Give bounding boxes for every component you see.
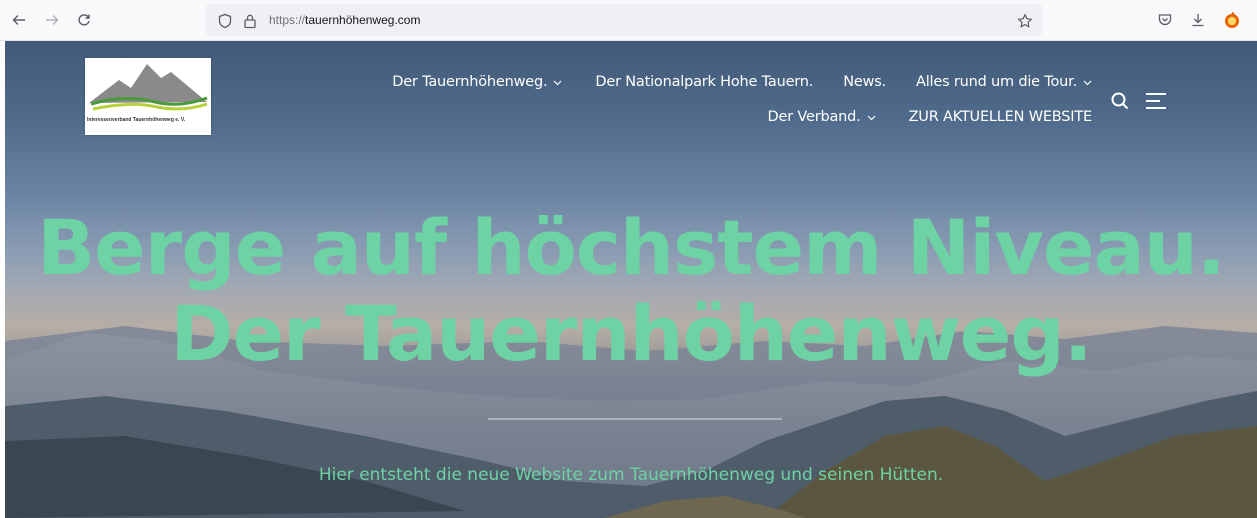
main-nav-row-2: Der Verband. ZUR AKTUELLEN WEBSITE bbox=[768, 109, 1093, 125]
shield-icon[interactable] bbox=[216, 12, 234, 30]
nav-label: Der Tauernhöhenweg. bbox=[392, 74, 548, 90]
nav-item-aktuelle-website[interactable]: ZUR AKTUELLEN WEBSITE bbox=[908, 109, 1093, 125]
nav-label: ZUR AKTUELLEN WEBSITE bbox=[908, 109, 1093, 125]
site-logo[interactable]: Interessenverband Tauernhöhenweg e. V. bbox=[85, 58, 211, 135]
forward-icon[interactable] bbox=[40, 8, 64, 32]
pocket-icon[interactable] bbox=[1154, 9, 1176, 31]
url-bar[interactable]: https://tauernhöhenweg.com bbox=[206, 4, 1042, 36]
hero-headline-line-2: Der Tauernhöhenweg. bbox=[170, 289, 1092, 378]
chevron-down-icon bbox=[553, 74, 562, 90]
menu-icon[interactable] bbox=[1144, 89, 1168, 113]
nav-item-tour[interactable]: Alles rund um die Tour. bbox=[916, 74, 1092, 90]
chevron-down-icon bbox=[867, 109, 876, 125]
reload-icon[interactable] bbox=[72, 8, 96, 32]
chevron-down-icon bbox=[1083, 74, 1092, 90]
nav-item-tauernhoehenweg[interactable]: Der Tauernhöhenweg. bbox=[392, 74, 562, 90]
logo-mountain-graphic bbox=[89, 64, 208, 111]
nav-item-news[interactable]: News. bbox=[843, 74, 886, 90]
nav-item-verband[interactable]: Der Verband. bbox=[768, 109, 876, 125]
nav-label: Der Verband. bbox=[767, 109, 861, 125]
browser-toolbar: https://tauernhöhenweg.com bbox=[0, 0, 1257, 41]
lock-icon[interactable] bbox=[241, 12, 259, 30]
url-text[interactable]: https://tauernhöhenweg.com bbox=[269, 13, 420, 27]
nav-label: Alles rund um die Tour. bbox=[916, 74, 1077, 90]
star-icon[interactable] bbox=[1016, 12, 1034, 30]
nav-label: Der Nationalpark Hohe Tauern. bbox=[595, 74, 814, 90]
account-icon[interactable] bbox=[1221, 9, 1243, 31]
hero-headline-line-1: Berge auf höchstem Niveau. bbox=[37, 203, 1226, 292]
nav-label: News. bbox=[843, 74, 886, 90]
hero-divider bbox=[488, 418, 782, 420]
search-icon[interactable] bbox=[1108, 89, 1132, 113]
hero-section: Interessenverband Tauernhöhenweg e. V. D… bbox=[5, 41, 1257, 518]
nav-item-nationalpark[interactable]: Der Nationalpark Hohe Tauern. bbox=[595, 74, 813, 90]
logo-caption: Interessenverband Tauernhöhenweg e. V. bbox=[87, 117, 186, 123]
main-nav-row-1: Der Tauernhöhenweg. Der Nationalpark Hoh… bbox=[392, 74, 1092, 90]
download-icon[interactable] bbox=[1187, 9, 1209, 31]
hero-subline: Hier entsteht die neue Website zum Tauer… bbox=[318, 465, 944, 485]
back-icon[interactable] bbox=[7, 8, 31, 32]
